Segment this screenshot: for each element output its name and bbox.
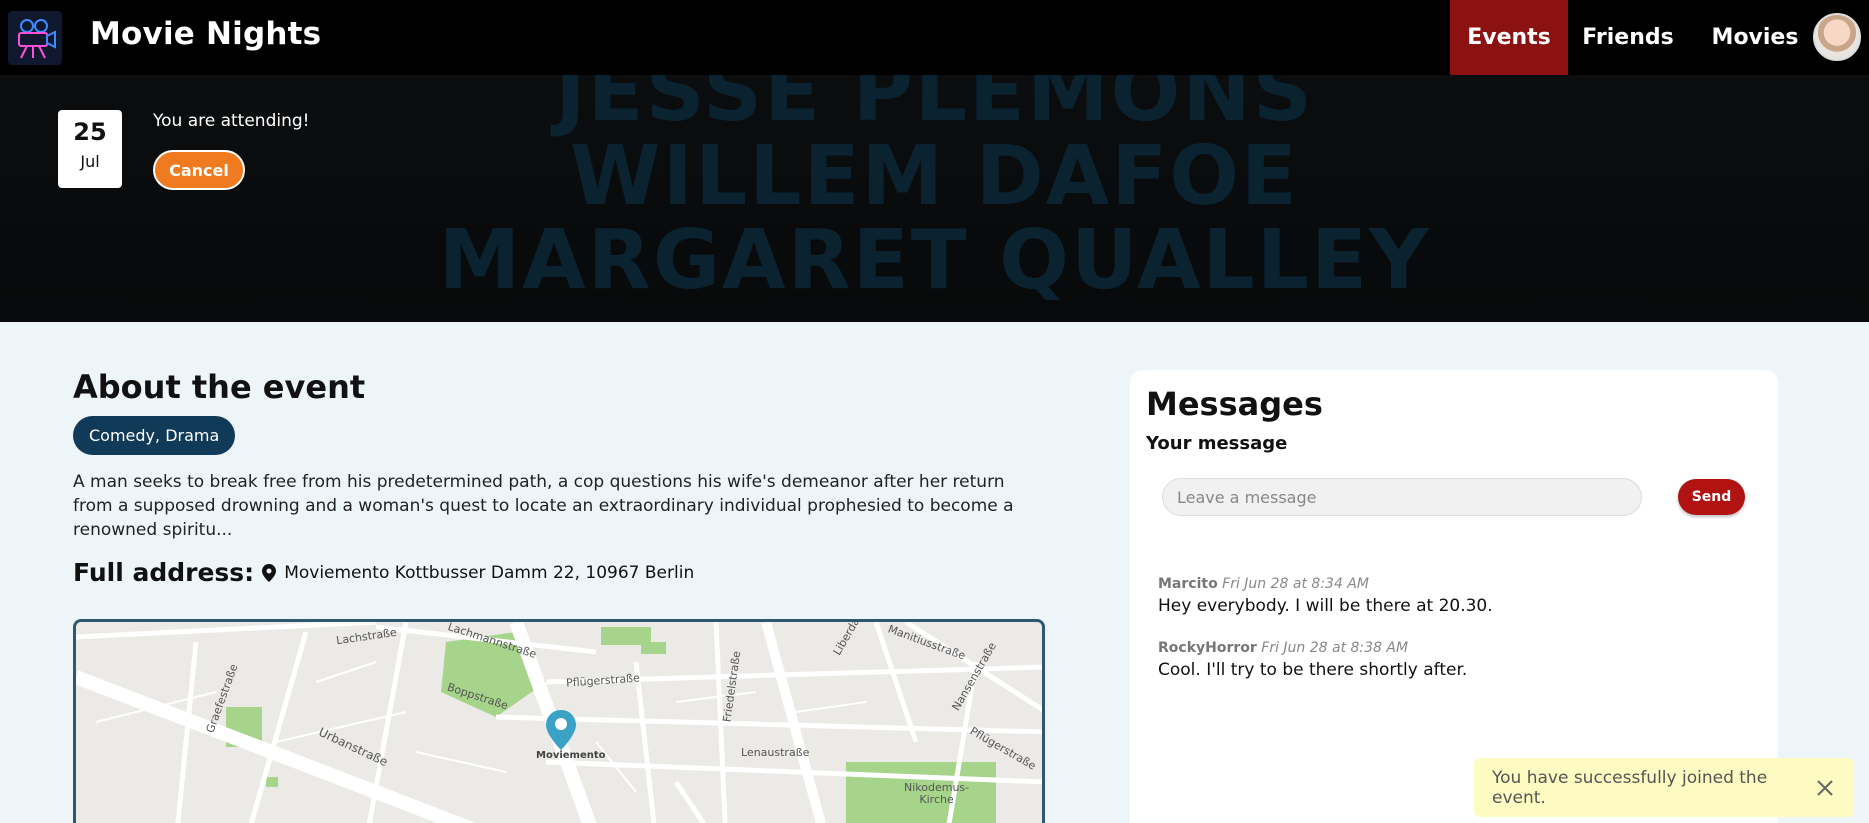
nav-events[interactable]: Events (1450, 0, 1568, 75)
message-input[interactable] (1162, 478, 1642, 516)
message-item: Marcito Fri Jun 28 at 8:34 AM Hey everyb… (1158, 576, 1493, 616)
event-date: 25 Jul (58, 110, 122, 188)
message-item: RockyHorror Fri Jun 28 at 8:38 AM Cool. … (1158, 640, 1467, 680)
event-date-day: 25 (73, 118, 107, 146)
message-text: Cool. I'll try to be there shortly after… (1158, 660, 1468, 680)
message-author: RockyHorror (1158, 640, 1257, 656)
messages-panel: Messages Your message Send Marcito Fri J… (1130, 370, 1778, 823)
event-description: A man seeks to break free from his prede… (73, 472, 1014, 540)
nav-friends[interactable]: Friends (1572, 0, 1684, 75)
cancel-attendance-button[interactable]: Cancel (153, 150, 245, 190)
send-message-button[interactable]: Send (1678, 479, 1745, 515)
nav-movies[interactable]: Movies (1696, 0, 1814, 75)
about-title: About the event (73, 368, 366, 406)
map-street-label: Lenaustraße (741, 746, 810, 759)
hero-poster-line: MARGARET QUALLEY (438, 213, 1431, 308)
hero-background-poster: JESSE PLEMONS WILLEM DAFOE MARGARET QUAL… (0, 75, 1869, 303)
message-timestamp: Fri Jun 28 at 8:38 AM (1261, 640, 1409, 656)
genre-badge: Comedy, Drama (73, 416, 236, 455)
address-row: Full address: Moviemento Kottbusser Damm… (73, 558, 694, 587)
map-church-label: Nikodemus- Kirche (904, 781, 970, 806)
close-icon[interactable] (1814, 777, 1836, 799)
address-value: Moviemento Kottbusser Damm 22, 10967 Ber… (284, 562, 695, 583)
map-pin-label: Moviemento (536, 750, 606, 761)
map-pin-icon (262, 563, 277, 582)
message-timestamp: Fri Jun 28 at 8:34 AM (1222, 576, 1369, 592)
movie-camera-logo-icon[interactable] (8, 11, 62, 65)
attendance-status: You are attending! (153, 111, 310, 131)
message-text: Hey everybody. I will be there at 20.30. (1158, 596, 1493, 616)
navbar: Movie Nights Events Friends Movies (0, 0, 1869, 75)
message-author: Marcito (1158, 576, 1218, 592)
message-meta: Marcito Fri Jun 28 at 8:34 AM (1158, 576, 1493, 592)
app-title[interactable]: Movie Nights (90, 16, 321, 52)
success-toast: You have successfully joined the event. (1474, 758, 1854, 817)
address-label: Full address: (73, 558, 255, 587)
your-message-label: Your message (1146, 433, 1288, 454)
event-hero: JESSE PLEMONS WILLEM DAFOE MARGARET QUAL… (0, 75, 1869, 322)
toast-message: You have successfully joined the event. (1492, 767, 1768, 808)
messages-title: Messages (1146, 385, 1323, 423)
message-meta: RockyHorror Fri Jun 28 at 8:38 AM (1158, 640, 1467, 656)
map-location-pin-icon[interactable] (546, 710, 576, 754)
avatar[interactable] (1813, 13, 1861, 61)
hero-poster-line: WILLEM DAFOE (570, 129, 1299, 224)
event-map[interactable]: Lachstraße Lachmannstraße Pflügerstraße … (73, 619, 1045, 823)
event-date-month: Jul (80, 152, 100, 171)
